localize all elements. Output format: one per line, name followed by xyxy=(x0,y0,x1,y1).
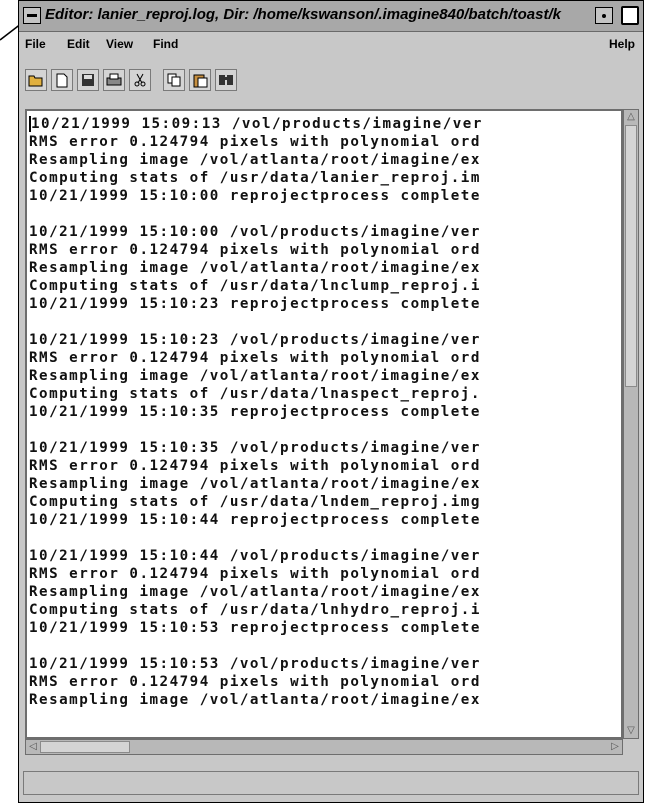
window-title: Editor: lanier_reproj.log, Dir: /home/ks… xyxy=(45,6,561,23)
save-disk-icon[interactable] xyxy=(77,69,99,91)
menu-file[interactable]: File xyxy=(25,37,46,51)
vertical-scroll-thumb[interactable] xyxy=(625,125,637,387)
scroll-down-arrow-icon[interactable]: ▽ xyxy=(626,725,636,737)
status-bar xyxy=(23,771,639,795)
print-icon[interactable] xyxy=(103,69,125,91)
new-document-icon[interactable] xyxy=(51,69,73,91)
cut-scissors-icon[interactable] xyxy=(129,69,151,91)
vertical-scrollbar[interactable]: △ ▽ xyxy=(623,109,639,739)
log-text-content: 10/21/1999 15:09:13 /vol/products/imagin… xyxy=(29,116,483,708)
scroll-left-arrow-icon[interactable]: ◁ xyxy=(27,741,39,753)
horizontal-scroll-thumb[interactable] xyxy=(40,741,130,753)
paste-icon[interactable] xyxy=(189,69,211,91)
editor-window: Editor: lanier_reproj.log, Dir: /home/ks… xyxy=(18,0,644,803)
copy-icon[interactable] xyxy=(163,69,185,91)
scroll-right-arrow-icon[interactable]: ▷ xyxy=(609,741,621,753)
toolbar xyxy=(19,63,643,97)
open-folder-icon[interactable] xyxy=(25,69,47,91)
find-binoculars-icon[interactable] xyxy=(215,69,237,91)
title-bar[interactable]: Editor: lanier_reproj.log, Dir: /home/ks… xyxy=(19,1,643,32)
menu-help[interactable]: Help xyxy=(609,37,635,51)
menu-bar: File Edit View Find Help xyxy=(19,32,643,56)
minimize-button[interactable] xyxy=(595,7,613,24)
menu-find[interactable]: Find xyxy=(153,37,178,51)
menu-view[interactable]: View xyxy=(106,37,133,51)
scroll-up-arrow-icon[interactable]: △ xyxy=(626,111,636,123)
menu-edit[interactable]: Edit xyxy=(67,37,90,51)
horizontal-scrollbar[interactable]: ◁ ▷ xyxy=(25,739,623,755)
window-menu-button[interactable] xyxy=(23,7,41,24)
log-text-area[interactable]: 10/21/1999 15:09:13 /vol/products/imagin… xyxy=(25,109,623,739)
maximize-button[interactable] xyxy=(621,6,639,25)
